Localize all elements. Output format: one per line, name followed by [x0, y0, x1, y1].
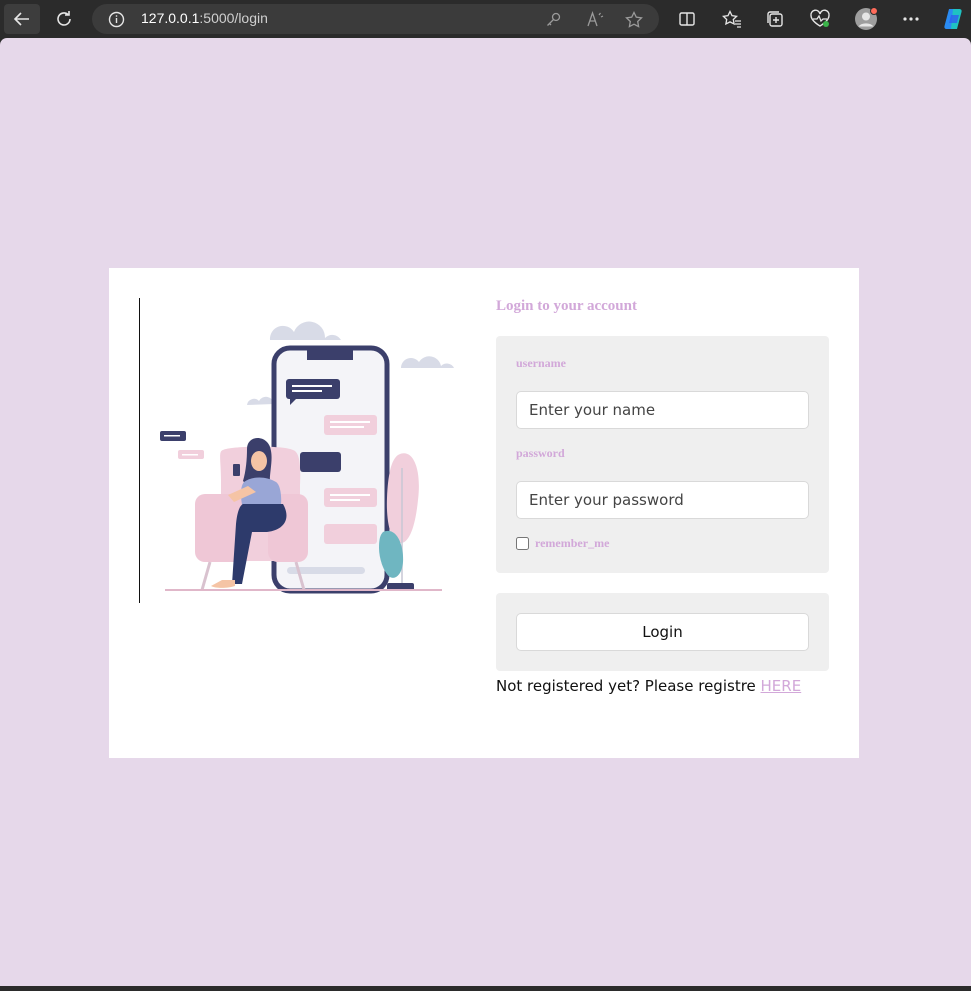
favorites-icon	[722, 10, 741, 28]
more-button[interactable]	[896, 4, 926, 34]
url-path: :5000/login	[199, 10, 268, 26]
copilot-icon	[944, 9, 962, 29]
username-input[interactable]	[516, 391, 809, 429]
remember-me-row: remember_me	[516, 536, 809, 551]
address-bar[interactable]: 127.0.0.1:5000/login	[92, 4, 659, 34]
collections-button[interactable]	[760, 4, 790, 34]
browser-toolbar: 127.0.0.1:5000/login	[0, 0, 971, 38]
login-card: Login to your account username password …	[109, 268, 859, 758]
profile-icon	[855, 7, 878, 30]
password-input[interactable]	[516, 481, 809, 519]
url-text[interactable]: 127.0.0.1:5000/login	[141, 10, 268, 26]
star-icon[interactable]	[625, 11, 643, 32]
favorites-button[interactable]	[717, 4, 747, 34]
url-host: 127.0.0.1	[141, 10, 200, 26]
woman-with-phone-illustration	[160, 321, 454, 594]
info-icon[interactable]	[108, 11, 125, 32]
remember-me-checkbox[interactable]	[516, 537, 529, 550]
submit-panel: Login	[496, 593, 829, 671]
health-button[interactable]	[805, 4, 835, 34]
password-label: password	[516, 446, 565, 460]
health-icon	[810, 9, 830, 27]
credentials-panel: username password remember_me	[496, 336, 829, 573]
key-icon[interactable]	[545, 11, 562, 32]
login-form: Login to your account username password …	[496, 296, 829, 695]
form-title: Login to your account	[496, 298, 637, 314]
register-text: Not registered yet? Please registre	[496, 677, 761, 695]
read-aloud-icon[interactable]	[586, 11, 604, 32]
split-screen-icon	[679, 12, 695, 26]
back-arrow-icon	[13, 12, 29, 26]
window-bottom-edge	[0, 986, 971, 991]
illustration	[139, 298, 460, 603]
refresh-icon	[57, 11, 71, 26]
refresh-button[interactable]	[49, 4, 79, 34]
remember-me-label: remember_me	[535, 536, 610, 550]
page-viewport: Login to your account username password …	[0, 38, 971, 986]
collections-icon	[767, 11, 783, 27]
register-link[interactable]: HERE	[761, 677, 802, 695]
login-button[interactable]: Login	[516, 613, 809, 651]
register-prompt: Not registered yet? Please registre HERE	[496, 677, 829, 695]
username-label: username	[516, 356, 566, 370]
profile-button[interactable]	[851, 4, 881, 34]
split-screen-button[interactable]	[672, 4, 702, 34]
copilot-button[interactable]	[938, 4, 968, 34]
more-icon	[903, 17, 919, 21]
back-button[interactable]	[4, 4, 40, 34]
